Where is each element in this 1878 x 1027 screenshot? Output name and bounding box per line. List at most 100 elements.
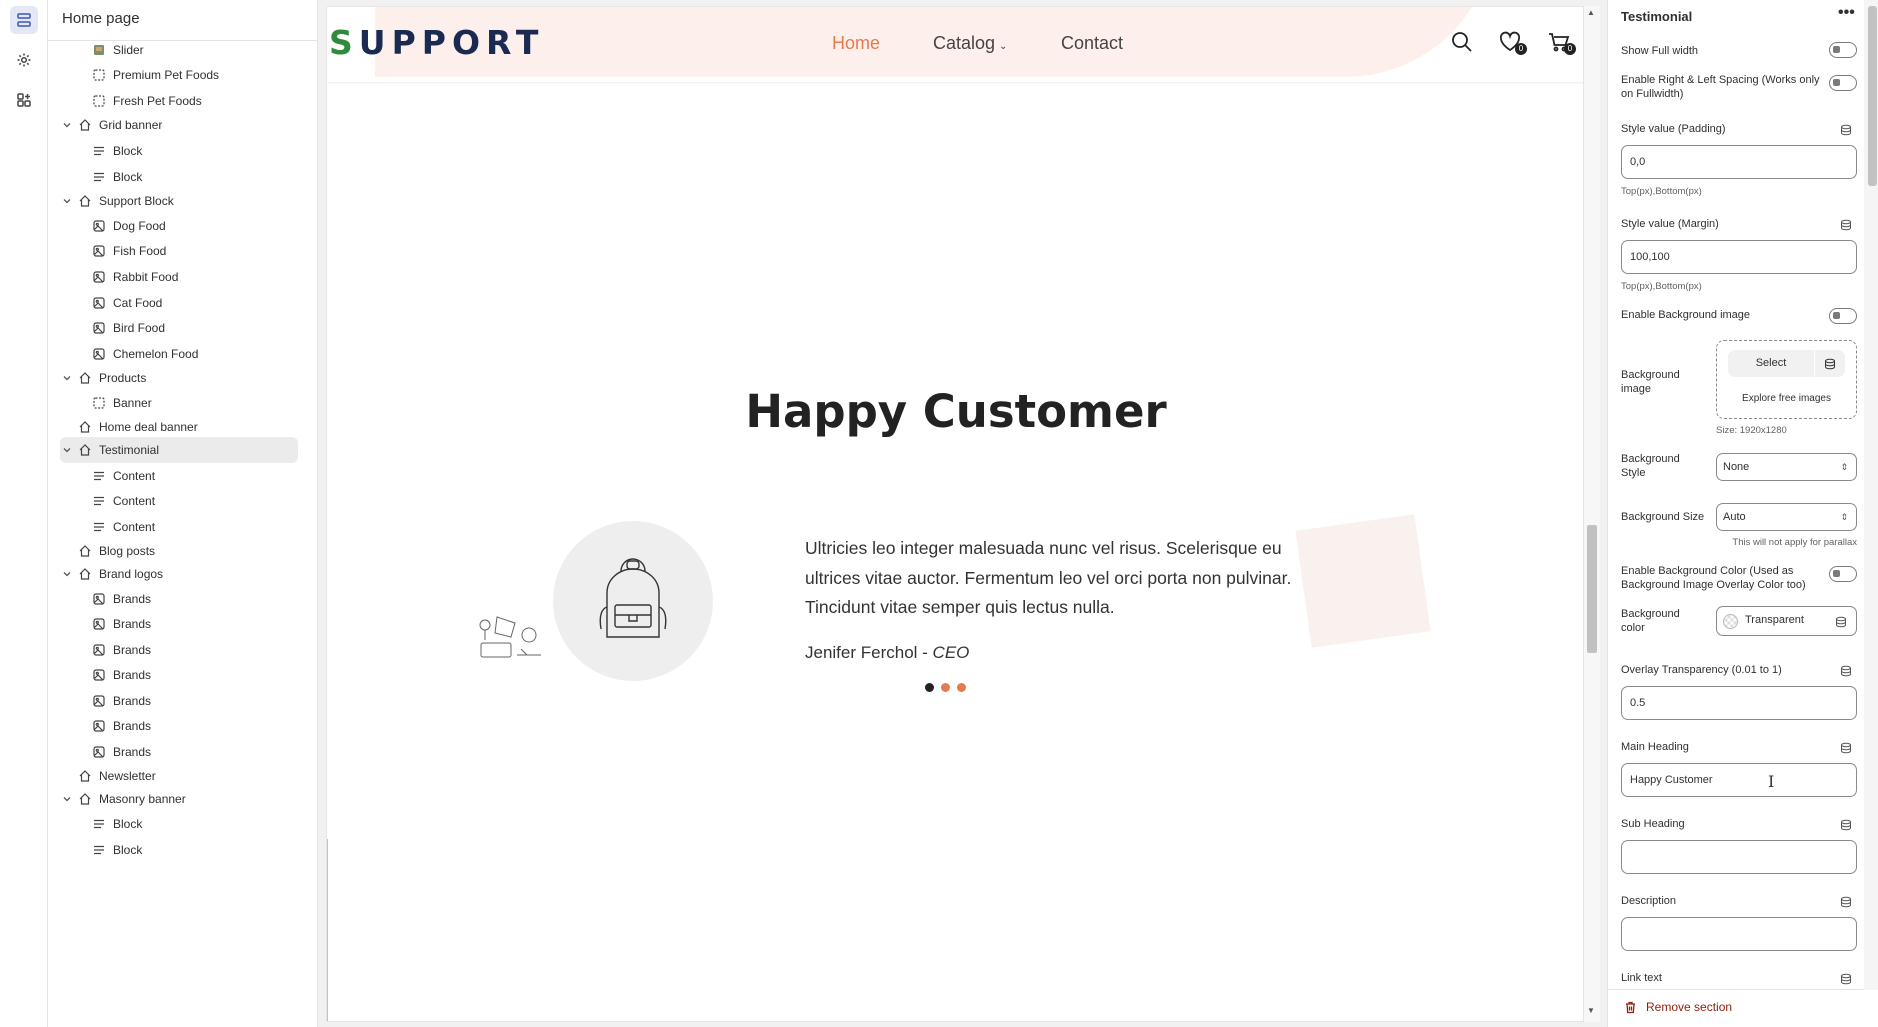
bg-color-picker[interactable]: Transparent [1716, 606, 1857, 636]
tree-block-item[interactable]: Brands [92, 662, 298, 688]
preview-scrollbar-thumb[interactable] [1587, 525, 1597, 653]
sub-heading-input[interactable] [1621, 840, 1857, 874]
tree-section-item[interactable]: Products [60, 365, 298, 391]
section-icon [78, 420, 92, 434]
dynamic-source-icon[interactable] [1840, 972, 1852, 985]
tree-block-item[interactable]: Brands [92, 637, 298, 663]
gear-icon[interactable] [10, 46, 38, 74]
tree-block-item[interactable]: Brands [92, 739, 298, 765]
bg-style-select[interactable]: None ⇕ [1716, 453, 1857, 481]
chevron-down-icon[interactable] [60, 118, 74, 132]
tree-block-item[interactable]: Brands [92, 611, 298, 637]
overlay-label: Overlay Transparency (0.01 to 1) [1621, 664, 1782, 676]
tree-block-item[interactable]: Premium Pet Foods [92, 62, 298, 88]
tree-block-item[interactable]: Brands [92, 713, 298, 739]
dynamic-source-icon[interactable] [1840, 123, 1852, 136]
chevron-down-icon[interactable] [60, 792, 74, 806]
store-logo[interactable]: SUPPORT [329, 23, 544, 62]
search-icon[interactable] [1451, 31, 1477, 57]
chevron-down-icon[interactable] [60, 371, 74, 385]
bg-image-select-button[interactable]: Select [1728, 350, 1814, 377]
tree-block-item[interactable]: Brands [92, 586, 298, 612]
tree-block-item[interactable]: Block [92, 138, 298, 164]
carousel-dot[interactable] [925, 683, 934, 692]
tree-item-label: Newsletter [99, 769, 156, 783]
tree-block-item[interactable]: Block [92, 164, 298, 190]
tree-block-item[interactable]: Content [92, 514, 298, 540]
tree-block-item[interactable]: Brands [92, 688, 298, 714]
scroll-down-icon[interactable]: ▼ [1587, 1006, 1595, 1015]
more-options-icon[interactable]: ••• [1838, 4, 1855, 22]
nav-contact[interactable]: Contact [1061, 33, 1123, 54]
preview-scrollbar[interactable] [1584, 6, 1600, 1022]
tree-block-item[interactable]: Slider [92, 40, 298, 63]
tree-item-label: Chemelon Food [113, 347, 199, 361]
enable-spacing-toggle[interactable] [1829, 75, 1857, 91]
dynamic-source-icon[interactable] [1815, 350, 1845, 377]
tree-block-item[interactable]: Block [92, 811, 298, 837]
bg-image-picker: Select Explore free images [1716, 340, 1857, 419]
testimonial-author: Jenifer Ferchol - CEO [805, 643, 969, 663]
bg-size-select[interactable]: Auto ⇕ [1716, 503, 1857, 531]
tree-item-label: Block [113, 817, 143, 831]
tree-block-item[interactable]: Bird Food [92, 315, 298, 341]
tree-section-item[interactable]: Grid banner [60, 112, 298, 138]
tree-item-label: Block [113, 170, 143, 184]
margin-input[interactable]: 100,100 [1621, 240, 1857, 274]
remove-section-label: Remove section [1646, 1000, 1733, 1014]
section-icon [78, 792, 92, 806]
dynamic-source-icon[interactable] [1840, 895, 1852, 908]
color-swatch[interactable] [1723, 614, 1738, 629]
chevron-down-icon: ⌄ [999, 41, 1008, 52]
padding-input[interactable]: 0,0 [1621, 145, 1857, 179]
tree-section-item[interactable]: Testimonial [60, 437, 298, 463]
tree-section-item[interactable]: Masonry banner [60, 786, 298, 812]
dynamic-source-icon[interactable] [1840, 664, 1852, 677]
wishlist-icon[interactable]: 0 [1499, 31, 1527, 57]
overlay-input[interactable]: 0.5 [1621, 686, 1857, 720]
remove-section-button[interactable]: Remove section [1608, 989, 1864, 1027]
carousel-dot[interactable] [941, 683, 950, 692]
tree-section-item[interactable]: Support Block [60, 188, 298, 214]
tree-item-label: Support Block [99, 194, 174, 208]
tree-block-item[interactable]: Content [92, 488, 298, 514]
tree-item-label: Content [113, 469, 156, 483]
scroll-up-icon[interactable]: ▲ [1587, 8, 1595, 17]
tree-block-item[interactable]: Content [92, 463, 298, 489]
dynamic-source-icon[interactable] [1835, 615, 1847, 628]
apps-icon[interactable] [10, 86, 38, 114]
chevron-down-icon[interactable] [60, 194, 74, 208]
chevron-down-icon[interactable] [60, 443, 74, 457]
dynamic-source-icon[interactable] [1840, 218, 1852, 231]
panel-scrollbar-thumb[interactable] [1868, 6, 1877, 186]
store-header: SUPPORT Home Catalog ⌄ Contact 0 0 [327, 7, 1583, 82]
tree-item-label: Masonry banner [99, 792, 186, 806]
tree-block-item[interactable]: Rabbit Food [92, 264, 298, 290]
image-icon [92, 219, 106, 233]
dynamic-source-icon[interactable] [1840, 741, 1852, 754]
nav-home[interactable]: Home [832, 33, 880, 54]
show-full-width-toggle[interactable] [1829, 42, 1857, 58]
tree-block-item[interactable]: Cat Food [92, 290, 298, 316]
tree-block-item[interactable]: Chemelon Food [92, 341, 298, 367]
main-heading-input[interactable]: Happy Customer [1621, 763, 1857, 797]
tree-block-item[interactable]: Fish Food [92, 238, 298, 264]
tree-block-item[interactable]: Block [92, 837, 298, 863]
tree-block-item[interactable]: Dog Food [92, 213, 298, 239]
carousel-dot[interactable] [957, 683, 966, 692]
tree-section-item[interactable]: Brand logos [60, 561, 298, 587]
enable-bg-image-toggle[interactable] [1829, 308, 1857, 324]
dynamic-source-icon[interactable] [1840, 818, 1852, 831]
bg-color-value: Transparent [1745, 614, 1804, 626]
tree-block-item[interactable]: Fresh Pet Foods [92, 88, 298, 114]
main-heading-label: Main Heading [1621, 741, 1689, 753]
enable-bg-color-toggle[interactable] [1829, 566, 1857, 582]
app-rail [0, 0, 48, 1027]
nav-catalog[interactable]: Catalog ⌄ [933, 33, 1007, 54]
cart-icon[interactable]: 0 [1548, 31, 1576, 57]
sections-icon[interactable] [10, 6, 38, 34]
tree-block-item[interactable]: Banner [92, 390, 298, 416]
chevron-down-icon[interactable] [60, 567, 74, 581]
description-input[interactable] [1621, 917, 1857, 951]
explore-free-images-link[interactable]: Explore free images [1717, 393, 1856, 404]
